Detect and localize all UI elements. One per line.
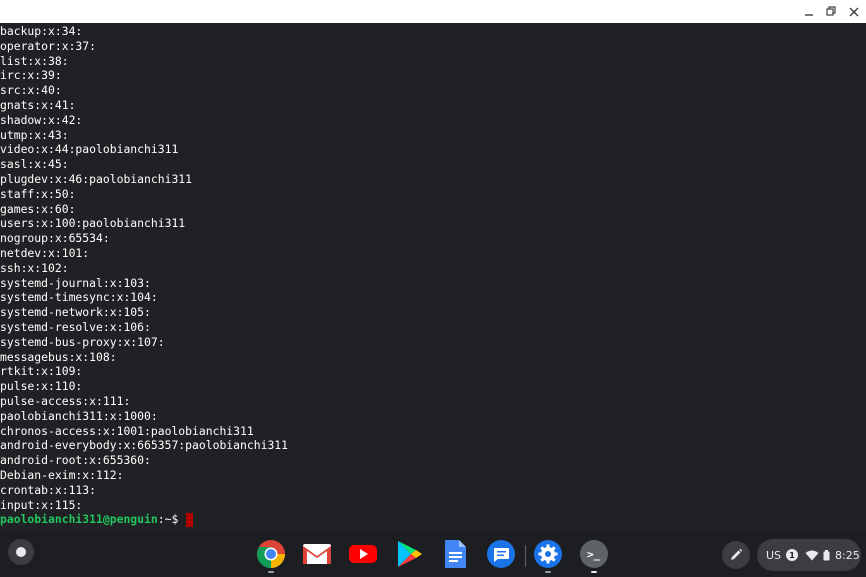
terminal-line: irc:x:39: — [0, 68, 62, 83]
terminal-window[interactable]: backup:x:34: operator:x:37: list:x:38: i… — [0, 23, 866, 533]
shelf: >_ US 1 8:25 — [0, 533, 866, 577]
terminal-line: video:x:44:paolobianchi311 — [0, 142, 179, 157]
notification-count-badge: 1 — [786, 549, 799, 561]
text-cursor — [186, 512, 194, 527]
svg-text:>_: >_ — [587, 548, 601, 561]
play-store-icon — [398, 541, 422, 567]
settings-app[interactable] — [532, 538, 564, 573]
terminal-line: systemd-network:x:105: — [0, 305, 151, 320]
terminal-line: ssh:x:102: — [0, 260, 69, 275]
terminal-icon: >_ — [580, 540, 608, 568]
running-indicator — [268, 571, 274, 573]
close-icon — [849, 7, 859, 16]
terminal-line: users:x:100:paolobianchi311 — [0, 216, 186, 231]
terminal-line: utmp:x:43: — [0, 127, 69, 142]
terminal-line: nogroup:x:65534: — [0, 231, 110, 246]
terminal-line: input:x:115: — [0, 497, 83, 512]
prompt-path: :~$ — [157, 512, 179, 527]
window-title-bar — [0, 0, 866, 23]
terminal-line: systemd-timesync:x:104: — [0, 290, 158, 305]
youtube-app[interactable] — [347, 538, 379, 570]
close-button[interactable] — [845, 3, 863, 20]
terminal-line: staff:x:50: — [0, 186, 76, 201]
youtube-icon — [349, 545, 377, 563]
clock-time: 8:25 — [835, 548, 860, 562]
terminal-line: crontab:x:113: — [0, 482, 97, 497]
terminal-line: android-root:x:655360: — [0, 453, 151, 468]
docs-app[interactable] — [439, 538, 471, 570]
terminal-line: list:x:38: — [0, 53, 69, 68]
terminal-line: backup:x:34: — [0, 24, 83, 38]
chrome-icon — [257, 540, 285, 568]
prompt-user-host: paolobianchi311@penguin — [0, 512, 158, 527]
minimize-icon — [805, 13, 813, 16]
running-indicator — [545, 571, 551, 573]
terminal-line: systemd-journal:x:103: — [0, 275, 151, 290]
pen-icon — [731, 548, 743, 560]
settings-gear-icon — [534, 540, 562, 568]
terminal-output: backup:x:34: operator:x:37: list:x:38: i… — [0, 24, 288, 527]
terminal-line: netdev:x:101: — [0, 245, 90, 260]
terminal-line: pulse-access:x:111: — [0, 393, 131, 408]
terminal-line: rtkit:x:109: — [0, 364, 83, 379]
docs-icon — [445, 540, 466, 568]
restore-button[interactable] — [822, 3, 840, 20]
launcher-icon — [16, 547, 26, 557]
terminal-app[interactable]: >_ — [578, 538, 610, 573]
terminal-line: games:x:60: — [0, 201, 76, 216]
keyboard-layout: US — [766, 548, 782, 562]
running-indicator — [591, 571, 597, 573]
terminal-line: chronos-access:x:1001:paolobianchi311 — [0, 423, 254, 438]
terminal-line: messagebus:x:108: — [0, 349, 117, 364]
gmail-app[interactable] — [301, 538, 333, 570]
terminal-line: pulse:x:110: — [0, 379, 83, 394]
terminal-line: paolobianchi311:x:1000: — [0, 408, 158, 423]
messages-icon — [487, 540, 515, 568]
play-store-app[interactable] — [393, 538, 425, 570]
minimize-button[interactable] — [800, 3, 818, 20]
shelf-divider — [525, 545, 526, 567]
terminal-line: Debian-exim:x:112: — [0, 467, 124, 482]
terminal-prompt[interactable]: paolobianchi311@penguin:~$ — [0, 512, 288, 527]
battery-icon — [823, 549, 830, 560]
launcher-button[interactable] — [8, 539, 34, 565]
messages-app[interactable] — [485, 538, 517, 570]
terminal-line: src:x:40: — [0, 83, 62, 98]
terminal-line: systemd-bus-proxy:x:107: — [0, 334, 165, 349]
restore-icon — [825, 6, 836, 16]
terminal-line: plugdev:x:46:paolobianchi311 — [0, 171, 193, 186]
gmail-icon — [303, 544, 331, 564]
status-tray[interactable]: US 1 8:25 — [757, 539, 861, 571]
terminal-line: gnats:x:41: — [0, 97, 76, 112]
wifi-icon — [805, 550, 819, 560]
chrome-app[interactable] — [255, 538, 287, 573]
terminal-line: android-everybody:x:665357:paolobianchi3… — [0, 438, 289, 453]
terminal-line: systemd-resolve:x:106: — [0, 319, 151, 334]
terminal-line: shadow:x:42: — [0, 112, 83, 127]
terminal-line: sasl:x:45: — [0, 157, 69, 172]
stylus-tools-button[interactable] — [722, 541, 750, 569]
terminal-line: operator:x:37: — [0, 38, 97, 53]
